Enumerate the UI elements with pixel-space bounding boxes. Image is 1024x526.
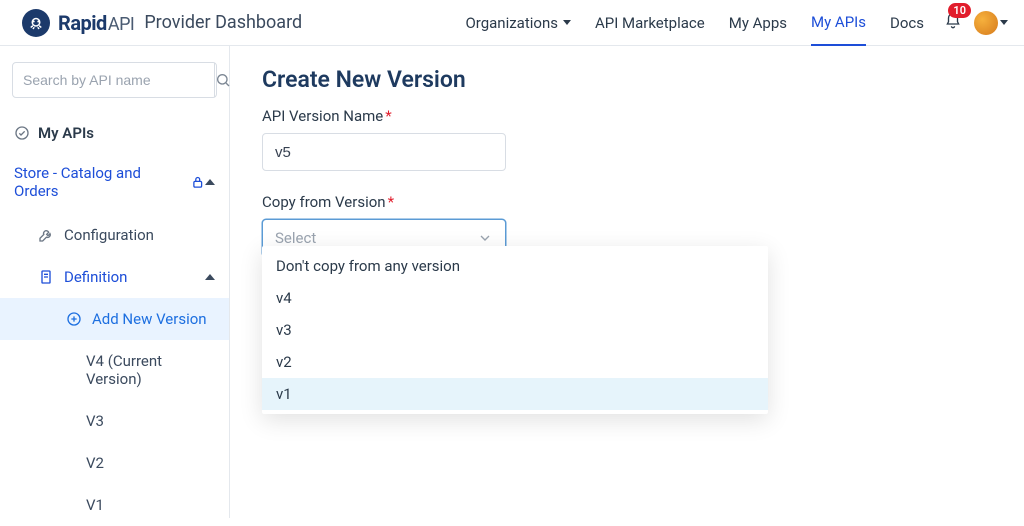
version-name-label: API Version Name*	[262, 107, 1024, 125]
version-name-input[interactable]	[262, 133, 506, 171]
chevron-down-icon	[477, 230, 493, 246]
document-icon	[38, 269, 54, 285]
user-menu[interactable]	[974, 11, 1008, 35]
sidebar-add-new-version[interactable]: Add New Version	[0, 298, 229, 340]
search-button[interactable]	[214, 63, 231, 97]
page-title: Create New Version	[262, 66, 1024, 93]
sidebar-item-label: Configuration	[64, 226, 154, 244]
chevron-up-icon	[205, 179, 215, 185]
search-wrap	[12, 62, 217, 98]
sidebar-api-item[interactable]: Store - Catalog and Orders	[0, 150, 229, 214]
nav-my-apps[interactable]: My Apps	[729, 0, 787, 46]
main-content: Create New Version API Version Name* Cop…	[230, 46, 1024, 518]
search-icon	[215, 72, 231, 88]
nav-api-marketplace[interactable]: API Marketplace	[595, 0, 705, 46]
sidebar-item-configuration[interactable]: Configuration	[0, 214, 229, 256]
lock-icon	[190, 174, 205, 190]
dropdown-option-v3[interactable]: v3	[262, 314, 768, 346]
sidebar-api-name: Store - Catalog and Orders	[14, 164, 184, 200]
dropdown-option-v4[interactable]: v4	[262, 282, 768, 314]
search-input[interactable]	[13, 63, 214, 97]
sidebar-version-v4[interactable]: V4 (Current Version)	[0, 340, 229, 400]
sidebar-version-v1[interactable]: V1	[0, 484, 229, 526]
sidebar-item-label: Definition	[64, 268, 127, 286]
sidebar-heading-label: My APIs	[38, 124, 94, 142]
sidebar-version-v2[interactable]: V2	[0, 442, 229, 484]
copy-from-label: Copy from Version*	[262, 193, 1024, 211]
chevron-down-icon	[1000, 20, 1008, 25]
sidebar-item-label: Add New Version	[92, 310, 207, 328]
wrench-icon	[38, 227, 54, 243]
nav-organizations[interactable]: Organizations	[465, 0, 571, 46]
page-header-title: Provider Dashboard	[144, 12, 302, 33]
primary-nav: Organizations API Marketplace My Apps My…	[465, 0, 924, 46]
logo-icon	[22, 9, 50, 37]
check-circle-icon	[14, 125, 30, 141]
sidebar-item-definition[interactable]: Definition	[0, 256, 229, 298]
dropdown-option-v2[interactable]: v2	[262, 346, 768, 378]
sidebar-heading-my-apis[interactable]: My APIs	[0, 116, 229, 150]
notifications-button[interactable]: 10	[944, 12, 962, 34]
chevron-down-icon	[563, 20, 571, 25]
sidebar-version-v3[interactable]: V3	[0, 400, 229, 442]
dropdown-option-none[interactable]: Don't copy from any version	[262, 250, 768, 282]
select-placeholder: Select	[275, 229, 316, 247]
dropdown-option-v1[interactable]: v1	[262, 378, 768, 410]
copy-from-dropdown: Don't copy from any version v4 v3 v2 v1	[262, 246, 768, 414]
top-nav: RapidAPI Provider Dashboard Organization…	[0, 0, 1024, 46]
plus-circle-icon	[66, 311, 82, 327]
notification-badge: 10	[948, 3, 971, 18]
chevron-up-icon	[205, 274, 215, 280]
avatar	[974, 11, 998, 35]
nav-my-apis[interactable]: My APIs	[811, 0, 866, 46]
nav-docs[interactable]: Docs	[890, 0, 924, 46]
brand-logo[interactable]: RapidAPI	[22, 9, 134, 37]
sidebar: My APIs Store - Catalog and Orders Confi…	[0, 46, 230, 518]
brand-name: RapidAPI	[58, 11, 134, 35]
